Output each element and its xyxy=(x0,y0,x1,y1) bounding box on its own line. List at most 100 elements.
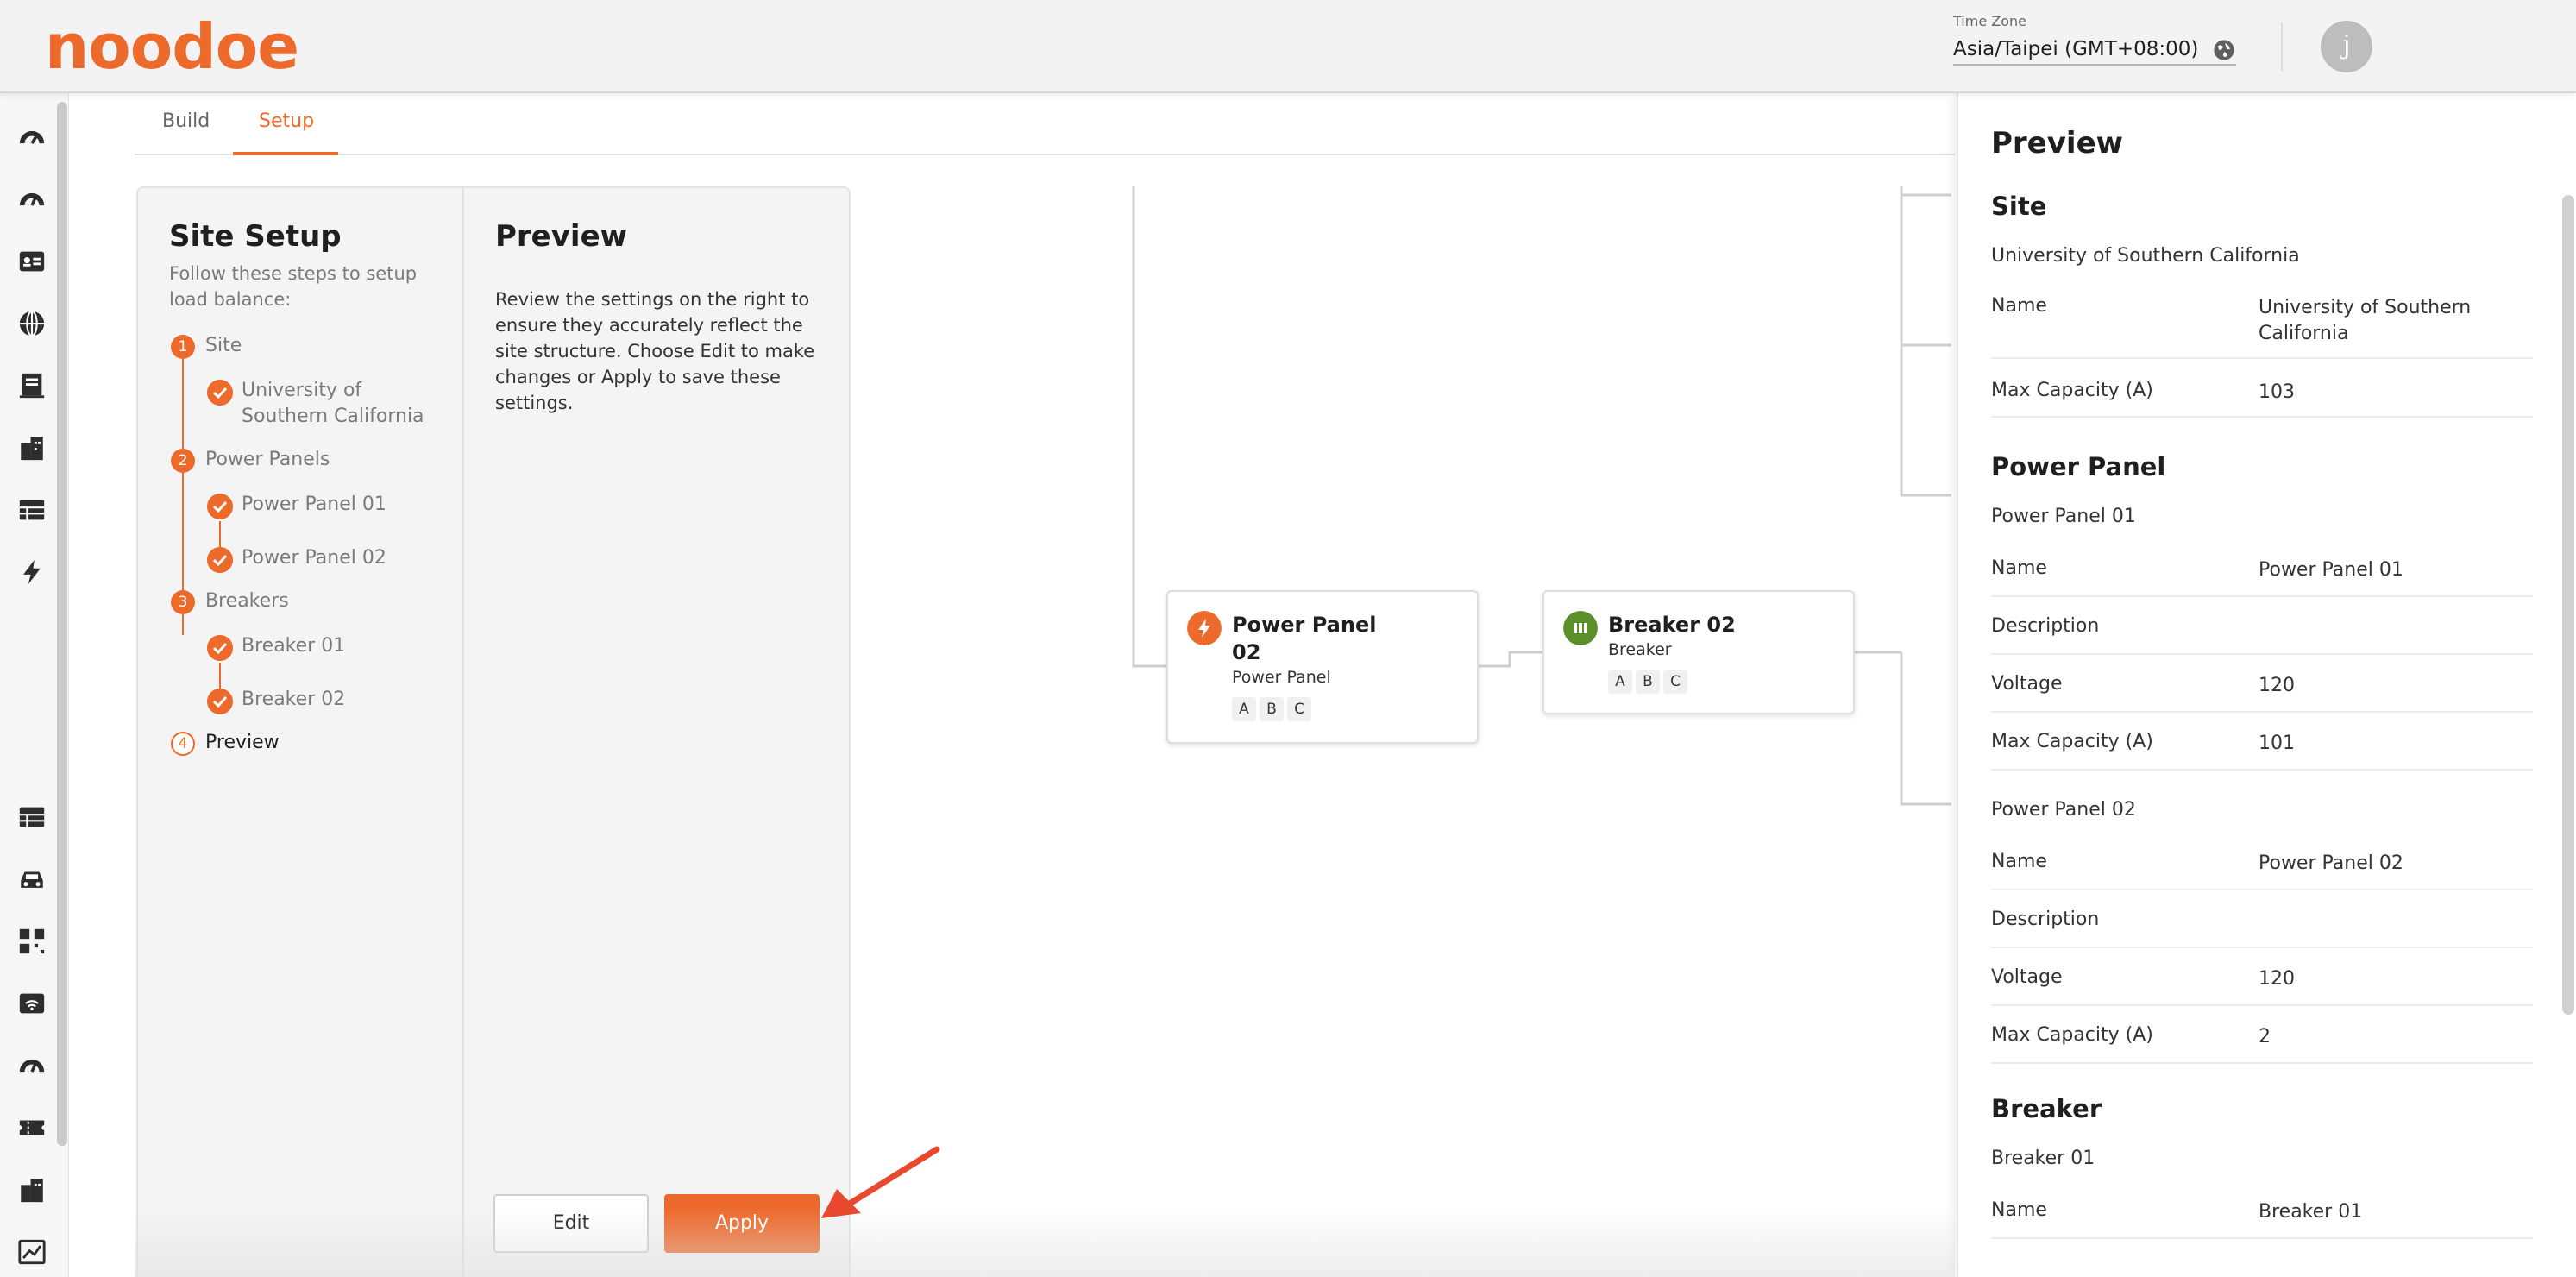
globe-icon xyxy=(2214,40,2234,60)
detail-value: Power Panel 01 xyxy=(2259,559,2403,581)
ticket-icon[interactable] xyxy=(17,1113,47,1142)
check-icon xyxy=(207,635,233,661)
tab-active-indicator xyxy=(233,152,338,155)
detail-key: Name xyxy=(1991,1199,2047,1221)
phase-badge: B xyxy=(1636,670,1660,694)
top-bar: noodoe Time Zone Asia/Taipei (GMT+08:00)… xyxy=(0,0,2576,93)
detail-value: 2 xyxy=(2259,1026,2271,1047)
step-label-site[interactable]: Site xyxy=(205,335,242,356)
detail-key: Name xyxy=(1991,557,2047,579)
step-item[interactable]: Breaker 02 xyxy=(242,687,449,713)
detail-row: Max Capacity (A) 2 xyxy=(1991,1024,2533,1064)
nav-scrollbar[interactable] xyxy=(57,102,67,1146)
bottom-shadow xyxy=(135,1208,1955,1277)
step-item[interactable]: Power Panel 01 xyxy=(242,492,449,518)
panel-name: Power Panel 01 xyxy=(1991,506,2136,527)
phase-badge: B xyxy=(1260,697,1284,721)
speedometer-icon[interactable] xyxy=(17,1051,47,1080)
detail-key: Voltage xyxy=(1991,673,2063,695)
avatar[interactable]: j xyxy=(2321,21,2372,72)
step-item[interactable]: University of Southern California xyxy=(242,378,449,430)
lightning-icon[interactable] xyxy=(17,557,47,587)
globe-icon[interactable] xyxy=(17,309,47,338)
detail-row: Description xyxy=(1991,615,2533,655)
node-type: Breaker xyxy=(1608,640,1672,659)
setup-card: Site Setup Follow these steps to setup l… xyxy=(136,186,851,1277)
check-icon xyxy=(207,689,233,714)
power-panel-node[interactable]: Power Panel 02 Power Panel A B C xyxy=(1166,590,1479,744)
step-label-power-panels[interactable]: Power Panels xyxy=(205,449,330,470)
detail-row: Name Power Panel 02 xyxy=(1991,851,2533,890)
id-card-icon[interactable] xyxy=(17,247,47,276)
node-title: Breaker 02 xyxy=(1608,613,1736,637)
panel-name: Power Panel 02 xyxy=(1991,799,2136,821)
step-label-preview[interactable]: Preview xyxy=(205,732,280,753)
timezone-select[interactable]: Asia/Taipei (GMT+08:00) xyxy=(1953,36,2236,66)
phase-badge: A xyxy=(1232,697,1256,721)
node-type: Power Panel xyxy=(1232,668,1331,687)
chart-icon[interactable] xyxy=(17,1237,47,1267)
detail-row: Name Breaker 01 xyxy=(1991,1199,2533,1239)
detail-key: Voltage xyxy=(1991,966,2063,988)
setup-title: Site Setup xyxy=(169,219,342,254)
car-icon[interactable] xyxy=(17,865,47,894)
step-item[interactable]: Power Panel 02 xyxy=(242,545,449,571)
pointer-arrow-icon xyxy=(821,1146,940,1218)
building-icon[interactable] xyxy=(17,371,47,400)
power-panel-heading: Power Panel xyxy=(1991,452,2166,481)
detail-key: Max Capacity (A) xyxy=(1991,380,2153,401)
detail-value: University of Southern California xyxy=(2259,297,2472,344)
speedometer-icon[interactable] xyxy=(17,185,47,214)
table-icon[interactable] xyxy=(17,495,47,525)
tab-build[interactable]: Build xyxy=(162,110,210,132)
step-number: 2 xyxy=(171,449,195,473)
timezone-label: Time Zone xyxy=(1953,13,2026,29)
detail-row: Max Capacity (A) 103 xyxy=(1991,380,2533,418)
table-icon[interactable] xyxy=(17,802,47,832)
detail-key: Max Capacity (A) xyxy=(1991,1024,2153,1046)
wifi-icon[interactable] xyxy=(17,989,47,1018)
logo[interactable]: noodoe xyxy=(45,12,299,81)
timezone-value: Asia/Taipei (GMT+08:00) xyxy=(1953,38,2199,60)
detail-row: Voltage 120 xyxy=(1991,966,2533,1006)
substep-line xyxy=(219,663,221,689)
detail-value: Power Panel 02 xyxy=(2259,852,2403,874)
tab-setup[interactable]: Setup xyxy=(259,110,314,132)
detail-value: 120 xyxy=(2259,968,2295,990)
detail-row: Description xyxy=(1991,909,2533,948)
detail-value: 101 xyxy=(2259,733,2295,754)
check-icon xyxy=(207,547,233,573)
step-label-breakers[interactable]: Breakers xyxy=(205,590,289,612)
city-icon[interactable] xyxy=(17,433,47,462)
qr-code-icon[interactable] xyxy=(17,927,47,956)
breaker-icon xyxy=(1563,611,1598,645)
card-divider xyxy=(462,188,464,1277)
detail-row: Voltage 120 xyxy=(1991,673,2533,713)
preview-description: Review the settings on the right to ensu… xyxy=(495,289,815,413)
breaker-name: Breaker 01 xyxy=(1991,1148,2095,1169)
lightning-icon xyxy=(1187,611,1222,645)
detail-value: 103 xyxy=(2259,381,2295,403)
site-name: University of Southern California xyxy=(1991,245,2300,267)
phase-badge: A xyxy=(1608,670,1632,694)
breaker-heading: Breaker xyxy=(1991,1094,2102,1123)
detail-key: Description xyxy=(1991,615,2100,637)
site-heading: Site xyxy=(1991,192,2047,221)
speedometer-icon[interactable] xyxy=(17,123,47,152)
drawer-title: Preview xyxy=(1991,126,2124,160)
step-number: 3 xyxy=(171,590,195,614)
node-title: Power Panel 02 xyxy=(1232,613,1377,664)
step-number: 1 xyxy=(171,335,195,359)
check-icon xyxy=(207,494,233,519)
city-icon[interactable] xyxy=(17,1175,47,1205)
preview-title: Preview xyxy=(495,219,628,254)
step-item[interactable]: Breaker 01 xyxy=(242,633,449,659)
setup-subtitle: Follow these steps to setup load balance… xyxy=(169,263,418,310)
substep-line xyxy=(219,521,221,547)
drawer-scrollbar[interactable] xyxy=(2562,195,2574,1015)
header-divider xyxy=(2281,22,2283,71)
breaker-node[interactable]: Breaker 02 Breaker A B C xyxy=(1542,590,1855,714)
tab-bar: Build Setup xyxy=(135,93,1955,155)
phase-badge: C xyxy=(1287,697,1311,721)
detail-key: Name xyxy=(1991,851,2047,872)
